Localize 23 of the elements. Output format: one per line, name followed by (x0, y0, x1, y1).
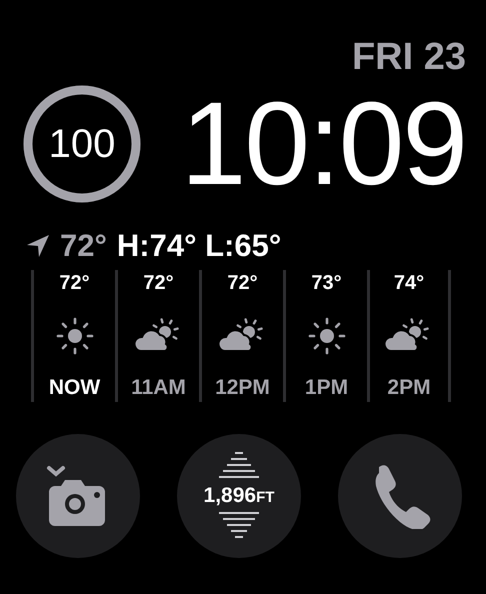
date-label: FRI 23 (352, 38, 466, 76)
altimeter-complication[interactable]: 1,896FT (177, 434, 301, 558)
altitude-unit: FT (256, 489, 274, 506)
time-display: 10:09 (180, 85, 466, 203)
hour-label: 2PM (387, 376, 431, 400)
location-arrow-icon (26, 234, 50, 258)
hour-temperature: 72° (227, 272, 258, 295)
scale-lines-icon (218, 512, 259, 540)
hour-temperature: 72° (59, 272, 90, 295)
hour-label: 11AM (131, 376, 186, 400)
battery-percentage: 100 (48, 122, 116, 166)
sun-icon (308, 316, 346, 354)
altitude-value: 1,896 (204, 484, 256, 508)
hour-temperature: 72° (143, 272, 174, 295)
high-low-temperature: H:74° L:65° (116, 228, 282, 264)
hour-temperature: 74° (394, 272, 424, 295)
hour-temperature: 73° (311, 272, 342, 295)
hour-label: 1PM (304, 376, 348, 400)
scale-lines-icon (218, 452, 259, 480)
sun-icon (56, 316, 94, 354)
hour-label: NOW (48, 376, 100, 400)
hour-label: 12PM (215, 376, 270, 400)
current-temperature: 72° (60, 228, 107, 264)
